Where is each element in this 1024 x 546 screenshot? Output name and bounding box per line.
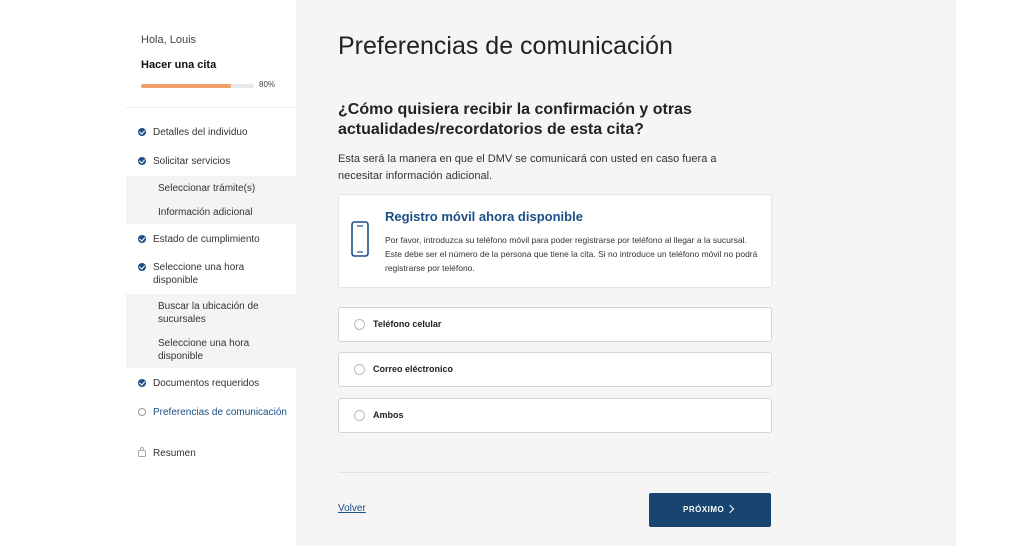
substep-seleccione-hora[interactable]: Seleccione una hora disponible [126,332,296,368]
mobile-checkin-notice: Registro móvil ahora disponible Por favo… [338,194,772,288]
step-label: Documentos requeridos [153,378,260,389]
step-preferencias-comunicacion[interactable]: Preferencias de comunicación [126,406,296,434]
next-button[interactable]: PRÓXIMO [649,493,771,527]
check-circle-icon [138,379,146,387]
step-label: Preferencias de comunicación [153,407,287,418]
substep-seleccionar-tramites[interactable]: Seleccionar trámite(s) [126,176,296,200]
step-label: Seleccione una hora disponible [153,262,245,286]
progress-bar-fill [141,84,232,88]
step-label: Detalles del individuo [153,127,248,138]
current-step-icon [138,408,146,416]
next-button-label: PRÓXIMO [683,505,725,514]
step-seleccione-hora[interactable]: Seleccione una hora disponible [126,261,296,289]
substep-buscar-sucursales[interactable]: Buscar la ubicación de sucursales [126,294,296,332]
help-text: Esta será la manera en que el DMV se com… [338,153,717,182]
option-label: Correo eléctronico [373,364,454,374]
substep-informacion-adicional[interactable]: Información adicional [126,200,296,224]
substep-label: Buscar la ubicación de sucursales [158,301,259,325]
substep-label: Información adicional [158,207,253,218]
substep-label: Seleccione una hora disponible [158,338,250,362]
option-telefono-celular[interactable]: Teléfono celular [338,307,772,342]
option-label: Ambos [373,410,404,420]
sidebar-divider [126,107,296,108]
progress-bar [141,84,254,88]
mobile-phone-icon [351,221,369,257]
main-content: Preferencias de comunicación ¿Cómo quisi… [296,0,956,546]
check-circle-icon [138,157,146,165]
question-heading: ¿Cómo quisiera recibir la confirmación y… [338,101,692,138]
step-detalles-individuo[interactable]: Detalles del individuo [126,126,296,140]
progress-percent: 80% [259,80,276,89]
radio-button[interactable] [354,410,365,421]
radio-button[interactable] [354,364,365,375]
back-link[interactable]: Volver [338,503,366,514]
substep-label: Seleccionar trámite(s) [158,183,256,194]
progress-sidebar: Hola, Louis Hacer una cita 80% Detalles … [126,0,297,546]
step-label: Solicitar servicios [153,156,231,167]
notice-title: Registro móvil ahora disponible [385,209,583,224]
step-solicitar-servicios[interactable]: Solicitar servicios [126,155,296,169]
task-title: Hacer una cita [141,59,217,71]
page-title: Preferencias de comunicación [338,32,673,60]
step-estado-cumplimiento[interactable]: Estado de cumplimiento [126,233,296,247]
chevron-right-icon [725,504,735,514]
notice-body: Por favor, introduzca su teléfono móvil … [385,235,758,273]
user-greeting: Hola, Louis [141,34,197,46]
radio-button[interactable] [354,319,365,330]
option-ambos[interactable]: Ambos [338,398,772,433]
option-correo-electronico[interactable]: Correo eléctronico [338,352,772,387]
step-resumen: Resumen [126,447,296,461]
check-circle-icon [138,235,146,243]
check-circle-icon [138,263,146,271]
footer-divider [338,472,770,473]
lock-icon [138,447,146,457]
step-label: Estado de cumplimiento [153,234,260,245]
check-circle-icon [138,128,146,136]
step-label: Resumen [153,448,196,459]
step-documentos-requeridos[interactable]: Documentos requeridos [126,377,296,391]
option-label: Teléfono celular [373,319,442,329]
